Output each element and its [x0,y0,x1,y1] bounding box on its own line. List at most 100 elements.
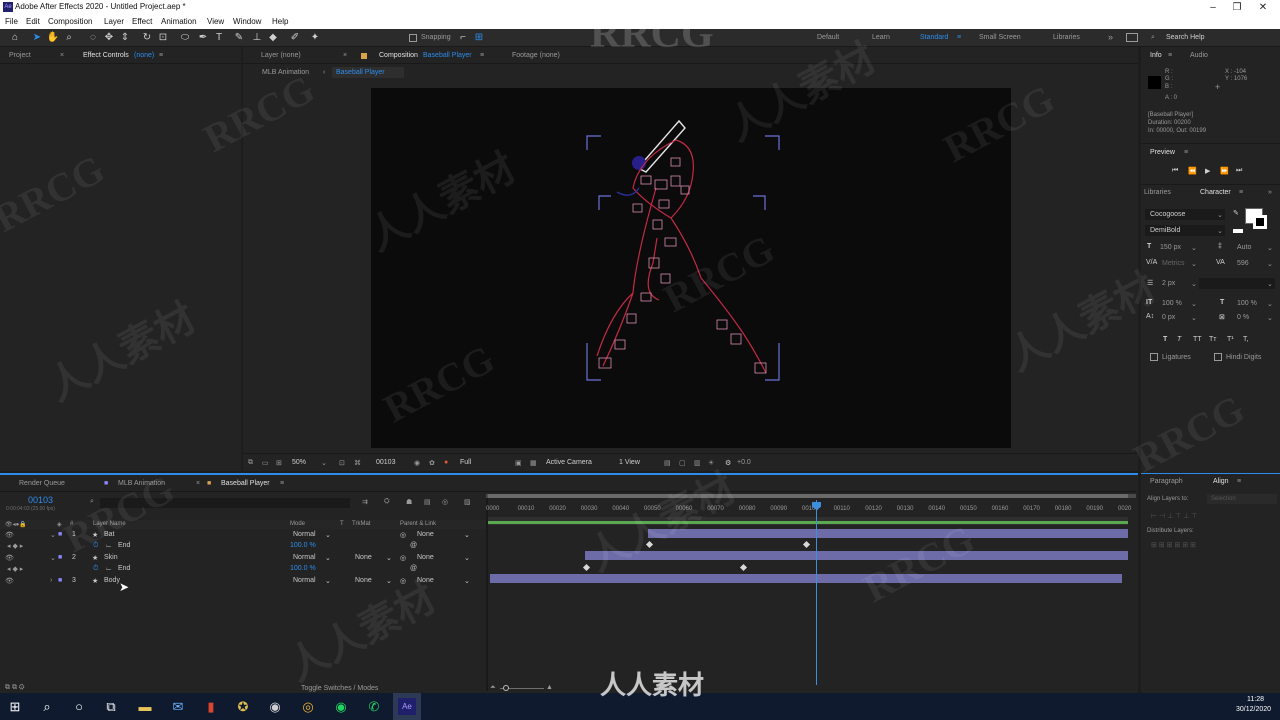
pick-whip-icon[interactable]: ◎ [400,554,406,562]
pick-whip-icon[interactable]: ◎ [400,577,406,585]
workspace-standard[interactable]: Standard [920,34,948,41]
menu-animation[interactable]: Animation [161,17,197,26]
next-frame-icon[interactable]: ⏩ [1220,167,1229,175]
selection-tool-icon[interactable]: ➤ [30,31,44,45]
kerning-value[interactable]: Metrics [1162,260,1185,267]
tab-baseball-player[interactable]: Baseball Player [221,480,270,487]
pen-tool-icon[interactable]: ✒ [196,31,210,45]
pan-camera-icon[interactable]: ✥ [102,31,116,45]
shy-layers-icon[interactable]: ☗ [406,498,412,506]
visibility-eye-icon[interactable]: 👁 [5,531,14,539]
whatsapp-icon[interactable]: ✆ [359,693,389,720]
toggle-switches-modes[interactable]: Toggle Switches / Modes [301,685,378,692]
maximize-icon[interactable]: ❐ [1226,0,1248,15]
property-row[interactable]: ◂ ◆ ▸ ⏱ ⌳ End 100.0 % @ [0,541,486,552]
visibility-eye-icon[interactable]: 👁 [5,577,14,585]
faux-italic-button[interactable]: T [1177,336,1181,343]
layer-name[interactable]: Body [104,577,120,584]
snapping-checkbox[interactable] [409,34,417,42]
more-panels-icon[interactable]: » [1268,189,1272,196]
breadcrumb-mlb-animation[interactable]: MLB Animation [262,69,309,76]
tab-footage[interactable]: Footage (none) [512,52,560,59]
layer-search-input[interactable] [100,498,350,508]
font-size-value[interactable]: 150 px [1160,244,1181,251]
vertical-scale-value[interactable]: 100 % [1162,300,1182,307]
panel-menu-icon[interactable]: ≡ [480,52,484,59]
expression-pickwhip-icon[interactable]: @ [410,565,417,572]
playhead-line[interactable] [816,500,817,685]
horizontal-scale-value[interactable]: 100 % [1237,300,1257,307]
expand-chevron-icon[interactable]: ⌄ [50,554,56,562]
label-color-swatch[interactable]: ■ [58,531,62,538]
eyedropper-icon[interactable]: ✎ [1233,209,1239,217]
hand-tool-icon[interactable]: ✋ [46,31,60,45]
task-view-icon[interactable]: ⧉ [96,693,126,720]
chevron-down-icon[interactable]: ⌄ [325,577,331,585]
tab-paragraph[interactable]: Paragraph [1150,478,1183,485]
comp-bottom-icons[interactable]: ⧉ ⧉ ⚙ [5,684,25,692]
exposure-icon[interactable]: ⚙ [725,459,731,467]
swap-colors-icon[interactable] [1233,229,1243,233]
stroke-color-swatch[interactable] [1253,215,1267,229]
resolution-dropdown[interactable]: Full [460,459,471,466]
layer-name[interactable]: Skin [104,554,118,561]
menu-composition[interactable]: Composition [48,17,92,26]
small-caps-button[interactable]: Tт [1209,336,1216,343]
toggle-transparency-icon[interactable]: ▦ [530,459,537,467]
parent-dropdown[interactable]: None [417,531,434,538]
layer-duration-bar[interactable] [585,551,1128,560]
tab-libraries[interactable]: Libraries [1144,189,1171,196]
zoom-tool-icon[interactable]: ⌕ [62,31,76,45]
distribute-buttons-icons[interactable]: ⊞ ⊞ ⊞ ⊞ ⊞ ⊞ [1151,541,1196,549]
menu-help[interactable]: Help [272,17,288,26]
snap-grid-icon[interactable]: ⊞ [472,31,486,45]
cortana-icon[interactable]: ○ [64,693,94,720]
menu-window[interactable]: Window [233,17,261,26]
chevron-down-icon[interactable]: ⌄ [321,459,327,467]
search-help-input[interactable]: Search Help [1166,34,1205,41]
tab-character[interactable]: Character [1200,189,1231,196]
brush-tool-icon[interactable]: ✎ [232,31,246,45]
graph-icon[interactable]: ⌳ [106,542,111,550]
chevron-down-icon[interactable]: ⌄ [325,531,331,539]
panel-menu-icon[interactable]: ≡ [1184,149,1188,156]
menu-view[interactable]: View [207,17,224,26]
baseline-shift-value[interactable]: 0 px [1162,314,1175,321]
mode-dropdown[interactable]: Normal [293,554,316,561]
ligatures-checkbox[interactable] [1150,353,1158,361]
search-icon[interactable]: ⌕ [1151,34,1155,42]
always-preview-icon[interactable]: ⧉ [248,459,253,467]
menu-file[interactable]: File [5,17,18,26]
chevron-down-icon[interactable]: ⌄ [1217,211,1223,219]
roto-brush-icon[interactable]: ✐ [288,31,302,45]
align-buttons-icons[interactable]: ⊢ ⊣ ⊥ ⊤ ⊥ ⊤ [1151,512,1197,520]
chevron-down-icon[interactable]: ⌄ [1267,280,1273,288]
chevron-down-icon[interactable]: ⌄ [1191,280,1197,288]
label-color-swatch[interactable]: ■ [58,577,62,584]
tsume-value[interactable]: 0 % [1237,314,1249,321]
tracking-value[interactable]: 596 [1237,260,1249,267]
dolly-camera-icon[interactable]: ⇕ [118,31,132,45]
home-icon[interactable]: ⌂ [8,31,22,45]
tab-mlb-animation[interactable]: MLB Animation [118,480,165,487]
rotate-tool-icon[interactable]: ↻ [140,31,154,45]
parent-dropdown[interactable]: None [417,577,434,584]
panel-menu-icon[interactable]: ≡ [159,52,163,59]
tab-info[interactable]: Info [1150,52,1162,59]
hindi-digits-checkbox[interactable] [1214,353,1222,361]
snap-option-icon[interactable]: ⌐ [456,31,470,45]
exposure-value[interactable]: +0.0 [737,459,751,466]
subscript-button[interactable]: T, [1243,336,1248,343]
view-layout-dropdown[interactable]: 1 View [619,459,640,466]
tab-effect-controls[interactable]: Effect Controls [83,52,129,59]
show-channel-icon[interactable]: ● [444,459,448,466]
more-workspaces-icon[interactable]: » [1108,32,1113,42]
grid-guides-icon[interactable]: ⊡ [339,459,345,467]
faux-bold-button[interactable]: T [1163,336,1167,343]
reset-exposure-icon[interactable]: ☀ [708,459,714,467]
expand-chevron-icon[interactable]: › [50,577,52,584]
close-tab-icon[interactable]: × [196,480,200,487]
last-frame-icon[interactable]: ⏭ [1236,167,1242,175]
search-icon[interactable]: ⌕ [90,498,94,506]
orbit-camera-icon[interactable]: ◌ [86,31,100,45]
